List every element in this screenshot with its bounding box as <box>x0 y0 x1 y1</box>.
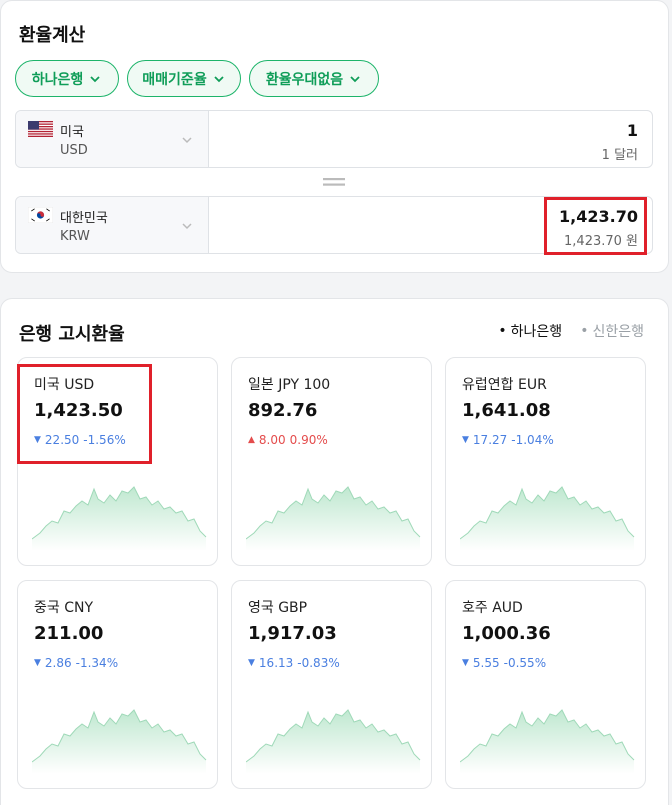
sparkline-chart <box>246 486 421 551</box>
rate-card[interactable]: 중국 CNY 211.00 ▼ 2.86 -1.34% <box>17 580 218 789</box>
rate-card-change-percent: 0.90% <box>289 433 328 447</box>
chip-label: 환율우대없음 <box>265 71 344 88</box>
from-currency-select[interactable]: 미국 USD <box>16 111 209 167</box>
rate-card-change-percent: -0.83% <box>297 656 340 670</box>
equals-icon <box>323 178 345 186</box>
tab-shinhan-bank[interactable]: • 신한은행 <box>580 321 644 341</box>
bank-tab-label: 신한은행 <box>592 324 644 340</box>
rate-card-currency: 유럽연합 EUR <box>462 377 547 393</box>
to-amount-text: 1,423.70 원 <box>564 234 638 249</box>
rate-card-currency: 영국 GBP <box>248 600 308 616</box>
to-currency-row: 대한민국 KRW 1,423.70 1,423.70 원 <box>15 196 653 254</box>
rate-card-value: 892.76 <box>248 400 318 421</box>
rate-card-change-amount: 2.86 <box>44 656 72 670</box>
from-amount: 1 <box>626 121 638 140</box>
rate-card-currency: 일본 JPY 100 <box>248 377 331 393</box>
from-currency-row: 미국 USD 1 1 달러 <box>15 110 653 168</box>
to-country-name: 대한민국 <box>60 211 108 226</box>
preference-chip[interactable]: 환율우대없음 <box>249 60 379 97</box>
kr-flag-icon <box>28 207 53 223</box>
from-amount-text: 1 달러 <box>601 148 638 163</box>
rate-card-change-amount: 8.00 <box>258 433 286 447</box>
triangle-down-icon: ▼ <box>462 658 469 668</box>
calculator-title: 환율계산 <box>19 25 86 46</box>
bank-tabs: • 하나은행 • 신한은행 <box>498 321 644 341</box>
chevron-down-icon <box>350 75 360 82</box>
rate-card[interactable]: 유럽연합 EUR 1,641.08 ▼ 17.27 -1.04% <box>445 357 646 566</box>
rate-card-currency: 미국 USD <box>34 377 95 393</box>
chip-label: 매매기준율 <box>142 71 207 88</box>
sparkline-chart <box>460 486 635 551</box>
rate-card-change: ▼ 16.13 -0.83% <box>248 656 340 670</box>
to-amount-input[interactable]: 1,423.70 1,423.70 원 <box>209 197 652 253</box>
rate-card-change-percent: -1.34% <box>75 656 119 670</box>
triangle-down-icon: ▼ <box>462 435 469 445</box>
rates-title: 은행 고시환율 <box>19 324 125 345</box>
rate-card-value: 1,641.08 <box>462 400 551 421</box>
to-amount: 1,423.70 <box>559 207 638 226</box>
bank-select-chip[interactable]: 하나은행 <box>15 60 119 97</box>
rate-card-change: ▼ 2.86 -1.34% <box>34 656 118 670</box>
exchange-calculator-card: 환율계산 하나은행 매매기준율 환율우대없음 미국 USD 1 1 달러 대한민… <box>0 0 669 273</box>
rate-card-currency: 중국 CNY <box>34 600 94 616</box>
sparkline-chart <box>246 709 421 774</box>
active-dot-icon: • <box>498 323 507 339</box>
chevron-down-icon <box>214 75 224 82</box>
rate-card[interactable]: 영국 GBP 1,917.03 ▼ 16.13 -0.83% <box>231 580 432 789</box>
tab-hana-bank[interactable]: • 하나은행 <box>498 321 562 341</box>
rate-card-change: ▼ 17.27 -1.04% <box>462 433 554 447</box>
rate-card[interactable]: 미국 USD 1,423.50 ▼ 22.50 -1.56% <box>17 357 218 566</box>
sparkline-chart <box>32 486 207 551</box>
rate-card-change-amount: 16.13 <box>258 656 294 670</box>
bank-tab-label: 하나은행 <box>510 324 563 340</box>
rate-card-value: 211.00 <box>34 623 104 644</box>
triangle-down-icon: ▼ <box>34 658 41 668</box>
rate-card-currency: 호주 AUD <box>462 600 523 616</box>
sparkline-chart <box>32 709 207 774</box>
triangle-down-icon: ▼ <box>248 658 255 668</box>
from-amount-input[interactable]: 1 1 달러 <box>209 111 652 167</box>
inactive-dot-icon: • <box>580 323 589 339</box>
rate-card-change-amount: 5.55 <box>472 656 500 670</box>
triangle-down-icon: ▼ <box>34 435 41 445</box>
chip-label: 하나은행 <box>31 71 84 88</box>
chevron-down-icon <box>182 223 192 230</box>
sparkline-chart <box>460 709 635 774</box>
rate-card-change: ▲ 8.00 0.90% <box>248 433 328 447</box>
chevron-down-icon <box>182 137 192 144</box>
rate-card-change: ▼ 5.55 -0.55% <box>462 656 546 670</box>
from-country-name: 미국 <box>60 125 84 140</box>
to-currency-code: KRW <box>60 229 90 244</box>
chevron-down-icon <box>90 75 100 82</box>
rate-card-change-amount: 22.50 <box>44 433 80 447</box>
rate-card[interactable]: 일본 JPY 100 892.76 ▲ 8.00 0.90% <box>231 357 432 566</box>
rate-card-change: ▼ 22.50 -1.56% <box>34 433 126 447</box>
rate-card-value: 1,917.03 <box>248 623 337 644</box>
rate-card-change-percent: -0.55% <box>503 656 547 670</box>
us-flag-icon <box>28 121 53 137</box>
rate-card[interactable]: 호주 AUD 1,000.36 ▼ 5.55 -0.55% <box>445 580 646 789</box>
rate-card-change-percent: -1.04% <box>511 433 554 447</box>
to-currency-select[interactable]: 대한민국 KRW <box>16 197 209 253</box>
rate-card-change-percent: -1.56% <box>83 433 126 447</box>
rate-card-change-amount: 17.27 <box>472 433 508 447</box>
triangle-up-icon: ▲ <box>248 435 255 445</box>
from-currency-code: USD <box>60 143 88 158</box>
rate-card-value: 1,423.50 <box>34 400 123 421</box>
rate-type-chip[interactable]: 매매기준율 <box>127 60 241 97</box>
rate-card-value: 1,000.36 <box>462 623 551 644</box>
